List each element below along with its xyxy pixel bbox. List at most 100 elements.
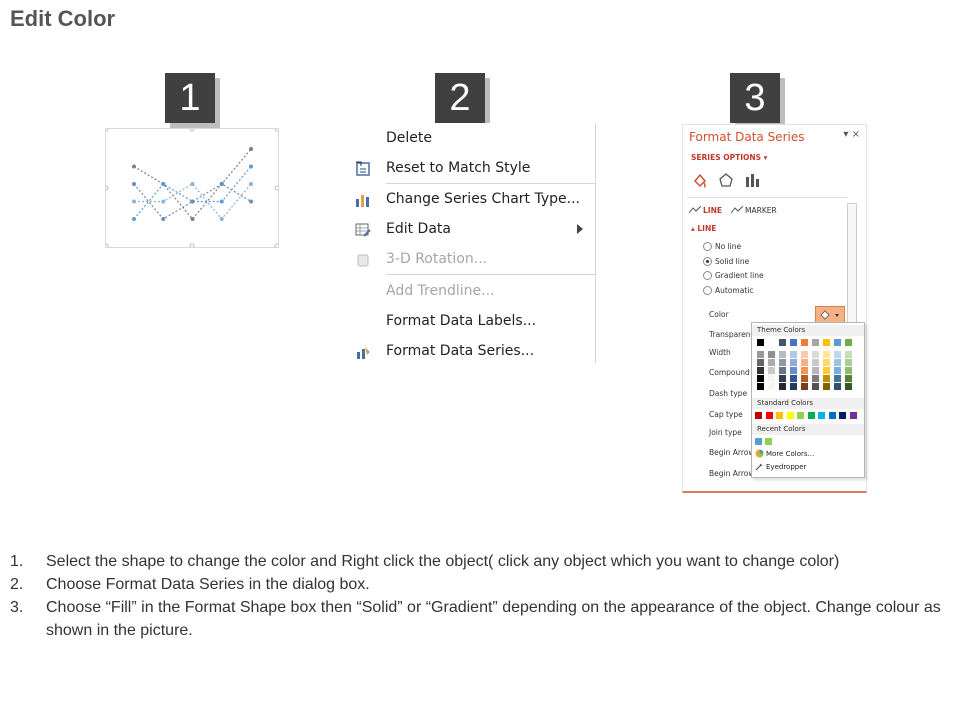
effects-pentagon-icon[interactable] (717, 171, 735, 189)
color-swatch[interactable] (757, 339, 764, 346)
color-swatch[interactable] (768, 351, 775, 358)
color-swatch[interactable] (801, 359, 808, 366)
color-swatch[interactable] (757, 375, 764, 382)
color-swatch[interactable] (801, 383, 808, 390)
data-point[interactable] (132, 164, 136, 169)
selection-handle[interactable] (189, 129, 195, 132)
color-swatch[interactable] (812, 383, 819, 390)
color-swatch[interactable] (845, 339, 852, 346)
radio-no-line[interactable] (703, 242, 712, 251)
color-swatch[interactable] (823, 375, 830, 382)
tab-line[interactable]: LINE (703, 206, 722, 215)
color-swatch[interactable] (812, 359, 819, 366)
color-swatch[interactable] (812, 375, 819, 382)
color-swatch[interactable] (845, 351, 852, 358)
selection-handle[interactable] (274, 243, 278, 247)
color-swatch[interactable] (807, 412, 815, 419)
data-point[interactable] (190, 199, 195, 204)
data-point[interactable] (161, 182, 166, 186)
selection-handle[interactable] (274, 185, 278, 191)
menu-item-format-data-labels[interactable]: Format Data Labels... (350, 308, 595, 336)
color-swatch[interactable] (768, 339, 775, 346)
color-swatch[interactable] (849, 412, 857, 419)
selected-chart[interactable] (105, 128, 279, 248)
color-swatch[interactable] (839, 412, 846, 419)
color-swatch[interactable] (801, 339, 808, 346)
series-line[interactable] (133, 166, 252, 220)
more-colors-option[interactable]: More Colors... (766, 450, 814, 458)
color-swatch[interactable] (797, 412, 804, 419)
color-swatch[interactable] (779, 375, 786, 382)
color-swatch[interactable] (790, 339, 797, 346)
color-swatch[interactable] (757, 359, 764, 366)
color-swatch[interactable] (845, 367, 852, 374)
data-point[interactable] (161, 199, 166, 204)
radio-gradient-line[interactable] (703, 271, 712, 280)
color-swatch[interactable] (755, 412, 762, 419)
color-swatch[interactable] (757, 383, 764, 390)
color-swatch[interactable] (768, 375, 775, 382)
color-swatch[interactable] (801, 351, 808, 358)
data-point[interactable] (219, 217, 224, 221)
menu-item-edit-data[interactable]: Edit Data (350, 216, 595, 244)
color-swatch[interactable] (786, 412, 794, 419)
selection-handle[interactable] (274, 129, 278, 132)
color-swatch[interactable] (834, 351, 841, 358)
selection-handle[interactable] (106, 129, 109, 132)
color-swatch[interactable] (845, 375, 852, 382)
color-swatch[interactable] (765, 412, 773, 419)
menu-item-reset-style[interactable]: Reset to Match Style (350, 155, 595, 183)
color-swatch[interactable] (845, 383, 852, 390)
color-swatch[interactable] (790, 383, 797, 390)
data-point[interactable] (190, 217, 195, 221)
color-swatch[interactable] (779, 351, 786, 358)
color-swatch[interactable] (845, 359, 852, 366)
radio-solid-line[interactable] (703, 257, 712, 266)
color-swatch[interactable] (834, 383, 841, 390)
menu-item-format-data-series[interactable]: Format Data Series... (350, 338, 595, 366)
color-swatch[interactable] (818, 412, 825, 419)
color-swatch[interactable] (834, 367, 841, 374)
color-swatch[interactable] (834, 359, 841, 366)
data-point[interactable] (190, 182, 195, 186)
data-point[interactable] (219, 182, 224, 186)
data-point[interactable] (132, 182, 136, 186)
color-swatch[interactable] (755, 438, 762, 445)
selection-handle[interactable] (106, 243, 109, 247)
color-swatch[interactable] (776, 412, 783, 419)
color-swatch[interactable] (801, 375, 808, 382)
color-swatch[interactable] (812, 351, 819, 358)
series-options-bars-icon[interactable] (743, 171, 761, 189)
color-swatch[interactable] (834, 375, 841, 382)
color-swatch[interactable] (765, 438, 772, 445)
color-swatch[interactable] (790, 351, 797, 358)
color-swatch[interactable] (801, 367, 808, 374)
color-swatch[interactable] (790, 359, 797, 366)
color-swatch[interactable] (768, 383, 775, 390)
selection-handle[interactable] (189, 243, 195, 247)
tab-marker[interactable]: MARKER (745, 206, 777, 215)
color-swatch[interactable] (834, 339, 841, 346)
color-swatch[interactable] (823, 351, 830, 358)
data-point[interactable] (161, 217, 166, 221)
color-swatch[interactable] (823, 359, 830, 366)
menu-item-change-chart-type[interactable]: Change Series Chart Type... (350, 186, 595, 214)
color-swatch[interactable] (790, 367, 797, 374)
data-point[interactable] (249, 199, 253, 204)
data-point[interactable] (249, 164, 253, 169)
data-point[interactable] (132, 217, 136, 221)
section-line-toggle[interactable]: ▴ LINE (691, 224, 716, 233)
data-point[interactable] (219, 199, 224, 204)
color-swatch[interactable] (768, 367, 775, 374)
color-swatch[interactable] (823, 367, 830, 374)
color-swatch[interactable] (779, 367, 786, 374)
data-point[interactable] (249, 182, 253, 186)
line-chart[interactable] (106, 129, 278, 247)
color-swatch[interactable] (779, 359, 786, 366)
selection-handle[interactable] (106, 185, 109, 191)
pane-close-icon[interactable]: ▾ × (843, 129, 860, 140)
color-swatch[interactable] (779, 383, 786, 390)
color-swatch[interactable] (823, 383, 830, 390)
series-options-dropdown[interactable]: SERIES OPTIONS ▾ (691, 153, 767, 162)
color-swatch[interactable] (828, 412, 836, 419)
